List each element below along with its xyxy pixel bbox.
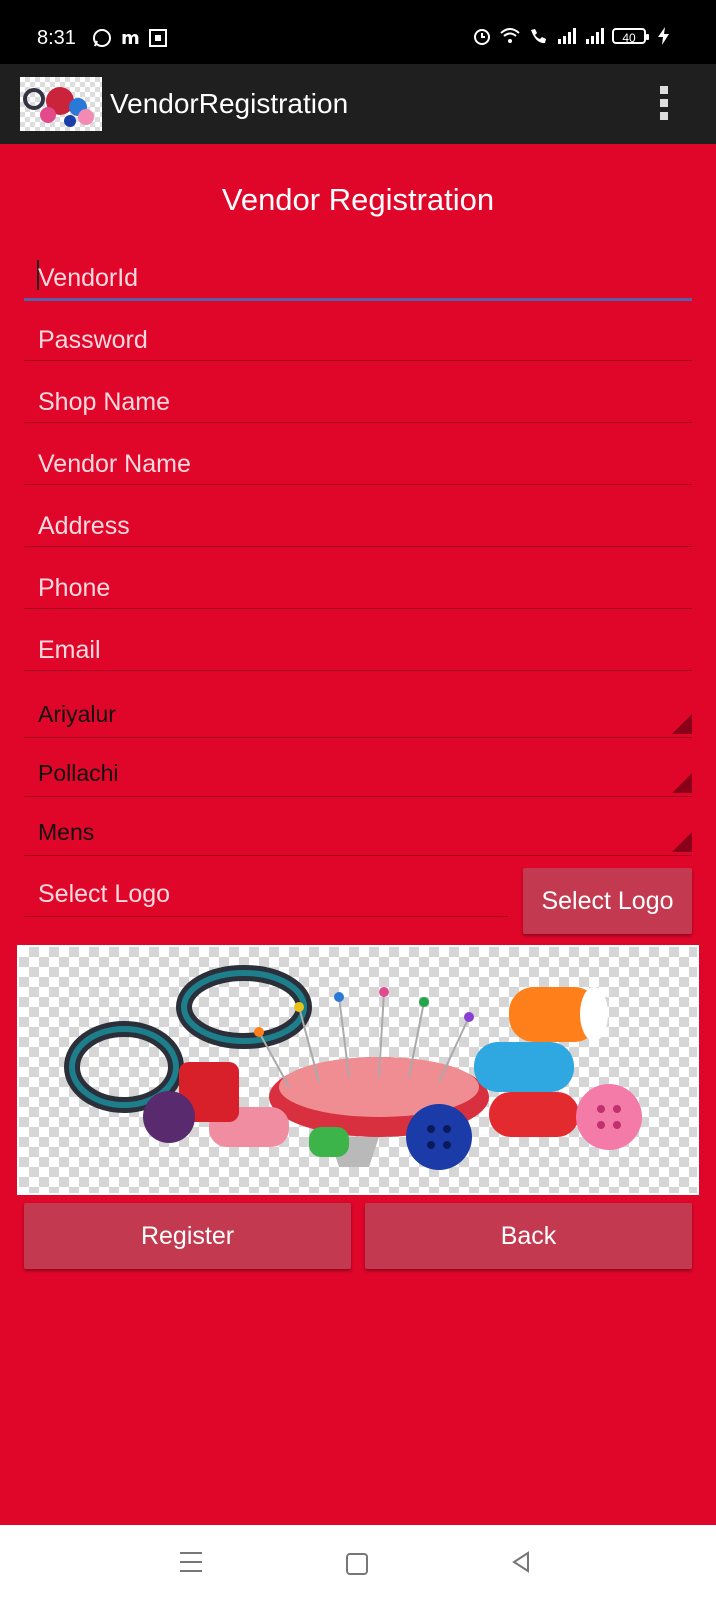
alarm-icon	[474, 29, 490, 45]
signal-icon	[558, 28, 576, 44]
phone-placeholder: Phone	[38, 574, 111, 602]
status-bar: 8:31 m 40	[0, 0, 716, 64]
vendor-name-input[interactable]: Vendor Name	[24, 436, 692, 485]
signal-icon-2	[586, 28, 604, 44]
dropdown-arrow-icon	[672, 832, 692, 852]
vendor-id-input[interactable]: VendorId	[24, 250, 692, 301]
vendor-name-placeholder: Vendor Name	[38, 450, 191, 478]
select-logo-button[interactable]: Select Logo	[523, 868, 692, 934]
charging-icon	[658, 27, 669, 45]
category-spinner[interactable]: Mens	[24, 811, 692, 856]
back-button[interactable]: Back	[365, 1203, 692, 1269]
home-icon[interactable]	[346, 1553, 368, 1575]
district-spinner[interactable]: Ariyalur	[24, 693, 692, 738]
address-placeholder: Address	[38, 512, 130, 540]
shop-name-input[interactable]: Shop Name	[24, 374, 692, 423]
vendor-id-placeholder: VendorId	[38, 264, 139, 292]
volte-call-icon	[531, 29, 546, 44]
password-placeholder: Password	[38, 326, 148, 354]
logo-preview-image	[17, 945, 699, 1195]
city-spinner[interactable]: Pollachi	[24, 752, 692, 797]
address-input[interactable]: Address	[24, 498, 692, 547]
overflow-menu-icon[interactable]	[658, 86, 670, 122]
wifi-icon	[500, 28, 520, 43]
m-app-icon: m	[121, 28, 140, 48]
whatsapp-icon	[93, 29, 111, 47]
page-title: Vendor Registration	[221, 182, 495, 217]
register-button[interactable]: Register	[24, 1203, 351, 1269]
district-value: Ariyalur	[38, 701, 116, 727]
scan-icon	[149, 29, 167, 47]
back-triangle-icon[interactable]	[510, 1551, 532, 1573]
battery-icon: 40	[612, 28, 649, 45]
category-value: Mens	[38, 819, 95, 845]
email-placeholder: Email	[38, 636, 101, 664]
svg-text:m: m	[121, 28, 140, 48]
dropdown-arrow-icon	[672, 773, 692, 793]
recents-menu-icon[interactable]	[180, 1552, 202, 1579]
app-title: VendorRegistration	[110, 88, 349, 119]
email-input[interactable]: Email	[24, 622, 692, 671]
password-input[interactable]: Password	[24, 312, 692, 361]
app-logo-icon	[20, 77, 102, 131]
status-time: 8:31	[37, 27, 76, 49]
dropdown-arrow-icon	[672, 714, 692, 734]
app-bar: VendorRegistration	[0, 64, 716, 144]
logo-path-placeholder: Select Logo	[38, 880, 171, 908]
phone-input[interactable]: Phone	[24, 560, 692, 609]
shop-name-placeholder: Shop Name	[38, 388, 171, 416]
system-navigation-bar	[0, 1525, 716, 1600]
logo-path-input[interactable]: Select Logo	[24, 868, 508, 917]
city-value: Pollachi	[38, 760, 119, 786]
